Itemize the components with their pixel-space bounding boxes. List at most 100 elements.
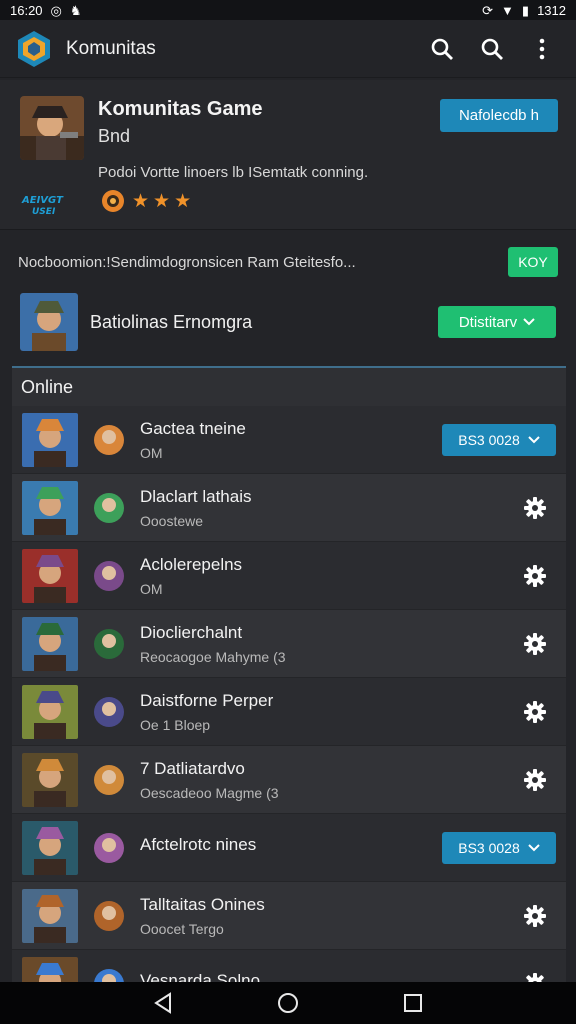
- gear-icon: [524, 768, 546, 791]
- player-name: 7 Datliatardvo: [140, 758, 245, 778]
- settings-button[interactable]: [520, 561, 550, 591]
- player-status: Reocaogoe Mahyme (3: [140, 648, 286, 665]
- wifi-icon: ▼: [501, 2, 514, 18]
- home-button[interactable]: [268, 983, 308, 1023]
- app-notification-icon: ♞: [69, 2, 82, 18]
- status-time: 16:20: [10, 2, 43, 18]
- hero-icon: [94, 764, 124, 795]
- list-item[interactable]: Dioclierchalnt Reocaogoe Mahyme (3: [12, 610, 566, 678]
- player-avatar: [22, 956, 78, 982]
- player-name: Dioclierchalnt: [140, 622, 243, 642]
- hero-icon: [94, 696, 124, 727]
- player-avatar: [22, 684, 78, 739]
- game-action-button[interactable]: Nafolecdb h: [440, 99, 558, 132]
- settings-button[interactable]: [520, 969, 550, 982]
- hero-icon: [94, 628, 124, 659]
- list-item[interactable]: Gactea tneine OM BS3 0028: [12, 406, 566, 474]
- player-name: Daistforne Perper: [140, 690, 274, 710]
- game-header: Komunitas Game Bnd Podoi Vortte linoers …: [0, 80, 576, 230]
- featured-dropdown-button[interactable]: Dtistitarv: [438, 306, 556, 338]
- chevron-down-icon: [528, 843, 540, 851]
- sync-icon: ⟳: [482, 2, 494, 18]
- search-icon: [431, 38, 453, 60]
- settings-button[interactable]: [520, 493, 550, 523]
- player-avatar: [22, 412, 78, 467]
- hero-icon: [94, 492, 124, 523]
- row-text: Daistforne Perper Oe 1 Bloep: [140, 691, 520, 733]
- search-icon: [481, 38, 503, 60]
- battery-level: 1312: [537, 2, 566, 18]
- search-button-secondary[interactable]: [472, 29, 512, 69]
- svg-text:USEI: USEI: [32, 207, 56, 216]
- row-text: Afctelrotc nines: [140, 835, 442, 861]
- settings-button[interactable]: [520, 629, 550, 659]
- row-text: Aclolerepelns OM: [140, 555, 520, 597]
- settings-button[interactable]: [520, 765, 550, 795]
- recents-button[interactable]: [393, 983, 433, 1023]
- row-button-label: BS3 0028: [458, 431, 520, 448]
- online-header: Online: [12, 368, 566, 406]
- brand-logo: AEIVGT USEI: [21, 195, 64, 216]
- row-text: Talltaitas Onines Ooocet Tergo: [140, 895, 520, 937]
- hero-icon: [94, 560, 124, 591]
- game-subtitle: Bnd: [98, 126, 131, 146]
- app-title: Komunitas: [66, 37, 156, 59]
- chevron-down-icon: [528, 435, 540, 443]
- featured-row[interactable]: Batiolinas Ernomgra Dtistitarv: [0, 290, 576, 354]
- hero-icon: [94, 424, 124, 455]
- row-text: Vesnarda Solno: [140, 971, 520, 983]
- featured-button-label: Dtistitarv: [458, 313, 518, 331]
- chevron-down-icon: [523, 318, 535, 326]
- game-title: Komunitas Game: [98, 98, 263, 120]
- list-item[interactable]: Vesnarda Solno: [12, 950, 566, 982]
- list-item[interactable]: Dlaclart lathais Ooostewe: [12, 474, 566, 542]
- featured-avatar: [20, 293, 78, 351]
- player-status: OM: [140, 444, 163, 461]
- game-description: Podoi Vortte linoers lb ISemtatk conning…: [98, 164, 369, 181]
- overflow-menu-button[interactable]: [522, 29, 562, 69]
- online-list: Online Gactea tneine OM BS3 0028 Dlaclart l…: [12, 366, 566, 982]
- row-dropdown-button[interactable]: BS3 0028: [442, 423, 556, 456]
- list-item[interactable]: 7 Datliatardvo Oescadeoo Magme (3: [12, 746, 566, 814]
- star-icon: ★: [132, 190, 150, 212]
- hero-icon: [94, 968, 124, 982]
- player-avatar: [22, 616, 78, 671]
- home-icon: [277, 993, 298, 1013]
- featured-name: Batiolinas Ernomgra: [90, 311, 253, 332]
- player-status: Ooostewe: [140, 512, 204, 529]
- notice-button[interactable]: KOY: [508, 247, 558, 277]
- row-text: Dlaclart lathais Ooostewe: [140, 487, 520, 529]
- list-item[interactable]: Aclolerepelns OM: [12, 542, 566, 610]
- star-icon: ★: [174, 190, 192, 212]
- list-item[interactable]: Afctelrotc nines BS3 0028: [12, 814, 566, 882]
- list-item[interactable]: Daistforne Perper Oe 1 Bloep: [12, 678, 566, 746]
- player-status: Oe 1 Bloep: [140, 716, 211, 733]
- more-vert-icon: [539, 38, 545, 59]
- settings-button[interactable]: [520, 697, 550, 727]
- player-avatar: [22, 820, 78, 875]
- player-avatar: [22, 752, 78, 807]
- settings-button[interactable]: [520, 901, 550, 931]
- gear-icon: [524, 632, 546, 655]
- recents-icon: [404, 994, 423, 1012]
- gear-icon: [524, 904, 546, 927]
- gear-icon: [524, 700, 546, 723]
- back-button[interactable]: [143, 983, 183, 1023]
- player-name: Afctelrotc nines: [140, 834, 257, 854]
- row-button-label: BS3 0028: [458, 839, 520, 856]
- gear-icon: [524, 972, 546, 982]
- hero-icon: [94, 900, 124, 931]
- search-button[interactable]: [422, 29, 462, 69]
- status-bar: 16:20 ◎ ♞ ⟳ ▼ ▮ 1312: [0, 0, 576, 20]
- rank-badge-icon: [102, 190, 124, 212]
- list-item[interactable]: Talltaitas Onines Ooocet Tergo: [12, 882, 566, 950]
- gear-icon: [524, 564, 546, 587]
- notification-icon: ◎: [50, 2, 62, 18]
- notice-text: Nocboomion:!Sendimdogronsicen Ram Gteite…: [18, 253, 356, 271]
- row-dropdown-button[interactable]: BS3 0028: [442, 831, 556, 864]
- player-avatar: [22, 548, 78, 603]
- player-status: Ooocet Tergo: [140, 920, 224, 937]
- player-name: Vesnarda Solno: [140, 970, 261, 983]
- row-text: Dioclierchalnt Reocaogoe Mahyme (3: [140, 623, 520, 665]
- hero-icon: [94, 832, 124, 863]
